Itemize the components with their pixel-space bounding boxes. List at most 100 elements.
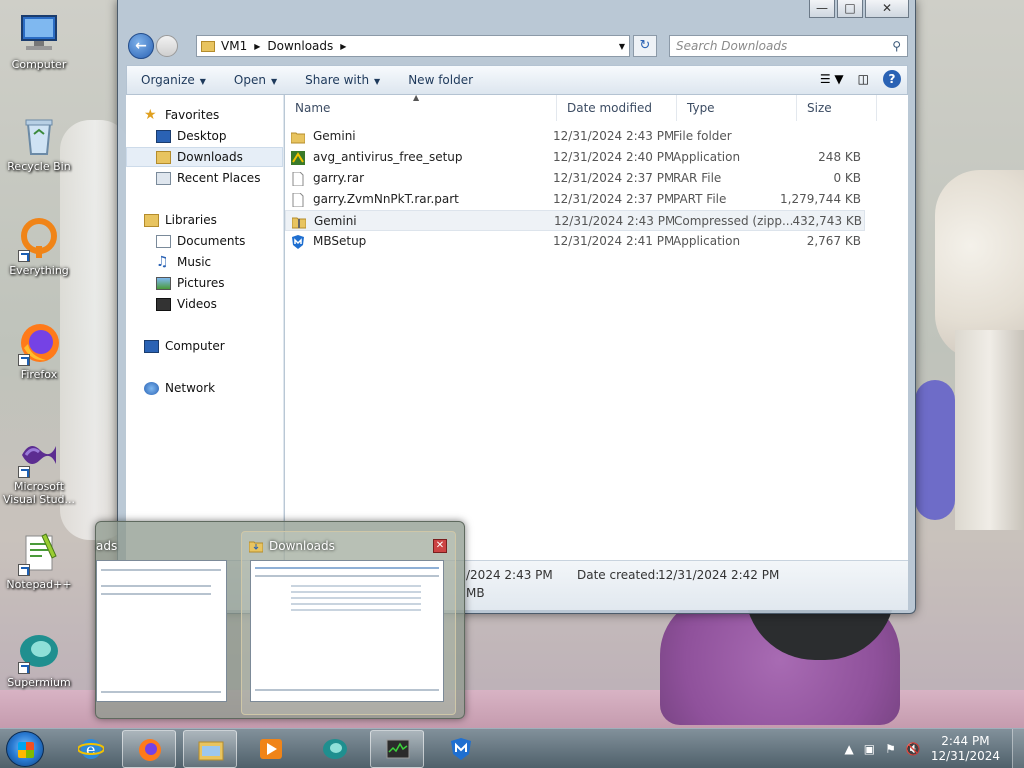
- back-button[interactable]: ←: [128, 33, 154, 59]
- nav-item-network[interactable]: Network: [144, 378, 215, 398]
- desktop-icon-notepad-plus-plus[interactable]: Notepad++: [1, 530, 77, 591]
- computer-icon: [144, 339, 159, 353]
- forward-button[interactable]: [156, 35, 178, 57]
- new-folder-button[interactable]: New folder: [394, 73, 487, 87]
- view-options-icon[interactable]: ☰ ▼: [820, 72, 844, 86]
- window-title-buttons: — □ ✕: [807, 0, 909, 18]
- show-desktop-button[interactable]: [1012, 729, 1024, 768]
- column-header-date[interactable]: Date modified: [557, 95, 677, 121]
- taskbar-explorer[interactable]: [183, 730, 237, 768]
- file-row-hovered[interactable]: Gemini 12/31/2024 2:43 PM Compressed (zi…: [285, 210, 865, 231]
- breadcrumb-downloads[interactable]: Downloads: [267, 39, 333, 53]
- column-header-type[interactable]: Type: [677, 95, 797, 121]
- file-row[interactable]: garry.rar 12/31/2024 2:37 PM RAR File 0 …: [285, 168, 865, 189]
- nav-item-videos[interactable]: Videos: [156, 294, 217, 314]
- network-tray-icon[interactable]: ▣: [864, 742, 875, 756]
- file-row[interactable]: avg_antivirus_free_setup 12/31/2024 2:40…: [285, 147, 865, 168]
- nav-label: Favorites: [165, 108, 220, 122]
- taskbar-internet-explorer[interactable]: e: [64, 730, 118, 768]
- tray-overflow-chevron-icon[interactable]: ▲: [845, 742, 854, 756]
- folder-icon: [291, 132, 305, 144]
- command-toolbar: Organize ▼ Open ▼ Share with ▼ New folder ☰…: [126, 65, 908, 95]
- search-input[interactable]: Search Downloads ⚲: [669, 35, 908, 57]
- desktop-icon-firefox[interactable]: Firefox: [1, 320, 77, 381]
- sort-ascending-icon: ▲: [413, 93, 420, 102]
- minimize-button[interactable]: —: [809, 0, 835, 18]
- navigation-bar: ← VM1 ▶ Downloads ▶ ▼ ↻ Search Downloads…: [126, 32, 908, 60]
- nav-label: Pictures: [177, 276, 225, 290]
- videos-icon: [156, 297, 171, 311]
- notepad-plus-plus-icon: [16, 530, 62, 576]
- file-size: 432,743 KB: [792, 214, 862, 228]
- taskbar-media-player[interactable]: [244, 730, 298, 768]
- task-manager-icon: [386, 739, 410, 759]
- breadcrumb-separator-icon[interactable]: ▶: [340, 42, 346, 51]
- desktop-icon-label: Everything: [9, 264, 69, 277]
- desktop-icon-label: Computer: [11, 58, 67, 71]
- shortcut-arrow-icon: [18, 250, 30, 262]
- windows-logo-icon: [18, 742, 34, 758]
- preview-pane-icon[interactable]: ◫: [858, 72, 869, 86]
- nav-item-libraries[interactable]: Libraries: [144, 210, 217, 230]
- chevron-down-icon: ▼: [270, 77, 278, 86]
- file-date: 12/31/2024 2:43 PM: [553, 129, 673, 143]
- clock-date: 12/31/2024: [930, 749, 1000, 763]
- nav-label: Computer: [165, 339, 225, 353]
- organize-button[interactable]: Organize ▼: [127, 73, 220, 87]
- thumbnail-preview-left[interactable]: [96, 560, 227, 702]
- computer-icon: [16, 10, 62, 56]
- open-label: Open: [233, 73, 266, 87]
- desktop-icon-label: Recycle Bin: [7, 160, 71, 173]
- desktop-icon-computer[interactable]: Computer: [1, 10, 77, 71]
- file-row[interactable]: MBSetup 12/31/2024 2:41 PM Application 2…: [285, 231, 865, 252]
- taskbar-task-manager[interactable]: [370, 730, 424, 768]
- address-dropdown-icon[interactable]: ▼: [619, 42, 625, 51]
- action-center-flag-icon[interactable]: ⚑: [885, 742, 896, 756]
- nav-item-desktop[interactable]: Desktop: [156, 126, 227, 146]
- desktop-icon-recycle-bin[interactable]: Recycle Bin: [1, 112, 77, 173]
- visual-studio-icon: [16, 432, 62, 478]
- file-size: 248 KB: [818, 150, 861, 164]
- nav-item-computer[interactable]: Computer: [144, 336, 225, 356]
- start-button[interactable]: [6, 731, 44, 767]
- downloads-folder-icon: [156, 150, 171, 164]
- clock[interactable]: 2:44 PM 12/31/2024: [931, 734, 1000, 764]
- thumbnail-preview-downloads[interactable]: [250, 560, 444, 702]
- desktop-icon-supermium[interactable]: Supermium: [1, 628, 77, 689]
- volume-muted-icon[interactable]: 🔇: [906, 742, 921, 756]
- file-size: [773, 126, 861, 147]
- search-icon[interactable]: ⚲: [892, 36, 901, 56]
- taskbar-firefox[interactable]: [122, 730, 176, 768]
- nav-item-documents[interactable]: Documents: [156, 231, 245, 251]
- blank-file-icon: [292, 193, 304, 207]
- firefox-icon: [139, 739, 161, 761]
- nav-label: Recent Places: [177, 171, 261, 185]
- taskbar-supermium[interactable]: [308, 730, 362, 768]
- taskbar-malwarebytes[interactable]: [434, 730, 492, 768]
- file-row[interactable]: Gemini 12/31/2024 2:43 PM File folder: [285, 126, 865, 147]
- nav-item-favorites[interactable]: ★ Favorites: [144, 105, 219, 125]
- close-button[interactable]: ✕: [865, 0, 909, 18]
- desktop-icon-visual-studio[interactable]: Microsoft Visual Stud...: [1, 432, 77, 506]
- open-button[interactable]: Open ▼: [220, 73, 291, 87]
- nav-item-downloads[interactable]: Downloads: [126, 147, 283, 167]
- help-icon[interactable]: ?: [883, 70, 901, 88]
- file-date: 12/31/2024 2:40 PM: [553, 150, 673, 164]
- firefox-icon: [16, 320, 62, 366]
- maximize-button[interactable]: □: [837, 0, 863, 18]
- desktop-icon-everything[interactable]: Everything: [1, 216, 77, 277]
- address-bar[interactable]: VM1 ▶ Downloads ▶ ▼: [196, 35, 630, 57]
- breadcrumb-separator-icon[interactable]: ▶: [254, 42, 260, 51]
- nav-item-pictures[interactable]: Pictures: [156, 273, 225, 293]
- nav-item-music[interactable]: ♫ Music: [156, 252, 211, 272]
- thumbnail-close-button[interactable]: ✕: [433, 539, 447, 553]
- breadcrumb-vm1[interactable]: VM1: [221, 39, 247, 53]
- file-name: Gemini: [313, 129, 356, 143]
- navigation-pane: ★ Favorites Desktop Downloads Recent Pla…: [126, 95, 284, 560]
- column-header-size[interactable]: Size: [797, 95, 877, 121]
- nav-item-recent-places[interactable]: Recent Places: [156, 168, 260, 188]
- refresh-button[interactable]: ↻: [633, 35, 657, 57]
- file-row[interactable]: garry.ZvmNnPkT.rar.part 12/31/2024 2:37 …: [285, 189, 865, 210]
- share-with-button[interactable]: Share with ▼: [291, 73, 394, 87]
- column-header-name[interactable]: ▲ Name: [285, 93, 557, 121]
